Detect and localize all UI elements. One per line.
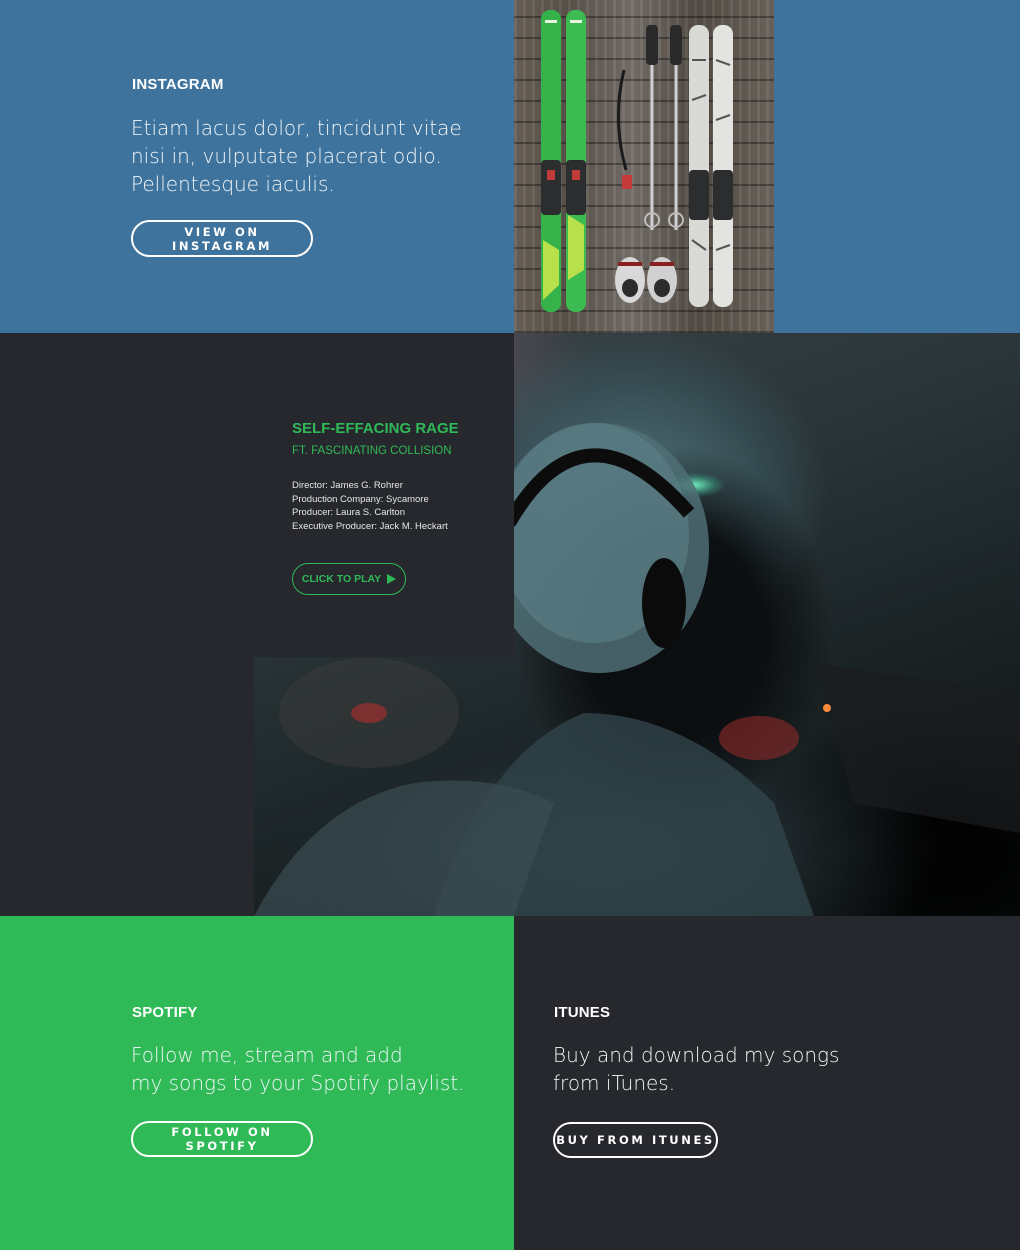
itunes-text-line: from iTunes. — [553, 1071, 676, 1095]
click-to-play-button[interactable]: CLICK TO PLAY — [292, 563, 406, 595]
ski-equipment-photo — [514, 0, 774, 333]
release-card: SELF-EFFACING RAGE FT. FASCINATING COLLI… — [254, 333, 514, 657]
release-title: SELF-EFFACING RAGE — [292, 420, 459, 437]
itunes-text-line: Buy and download my songs — [553, 1043, 840, 1067]
instagram-text-line: Pellentesque iaculis. — [131, 172, 335, 196]
play-button-label: CLICK TO PLAY — [301, 573, 382, 585]
instagram-label: INSTAGRAM — [132, 76, 224, 93]
spotify-text-line: Follow me, stream and add — [131, 1043, 403, 1067]
buy-from-itunes-button[interactable]: BUY FROM ITUNES — [553, 1122, 718, 1158]
credit-production-company: Production Company: Sycamore — [292, 493, 429, 505]
credit-director: Director: James G. Rohrer — [292, 480, 403, 491]
instagram-text-line: nisi in, vulputate placerat odio. — [131, 144, 442, 168]
spotify-text-line: my songs to your Spotify playlist. — [131, 1071, 465, 1095]
ski-gear-illustration — [541, 10, 733, 312]
release-subtitle: FT. FASCINATING COLLISION — [292, 445, 452, 457]
spotify-section: SPOTIFY Follow me, stream and add my son… — [0, 916, 514, 1250]
itunes-description: Buy and download my songs from iTunes. — [553, 1041, 913, 1097]
itunes-label: ITUNES — [554, 1004, 611, 1021]
release-credits: Director: James G. Rohrer Production Com… — [292, 479, 448, 533]
instagram-section: INSTAGRAM Etiam lacus dolor, tincidunt v… — [0, 0, 1020, 333]
itunes-section: ITUNES Buy and download my songs from iT… — [514, 916, 1020, 1250]
follow-on-spotify-button[interactable]: FOLLOW ON SPOTIFY — [131, 1121, 313, 1157]
instagram-description: Etiam lacus dolor, tincidunt vitae nisi … — [131, 114, 491, 198]
credit-executive-producer: Executive Producer: Jack M. Heckart — [292, 520, 448, 532]
instagram-text-line: Etiam lacus dolor, tincidunt vitae — [131, 116, 462, 140]
spotify-description: Follow me, stream and add my songs to yo… — [131, 1041, 491, 1097]
credit-producer: Producer: Laura S. Carlton — [292, 507, 406, 518]
view-on-instagram-button[interactable]: VIEW ON INSTAGRAM — [131, 220, 313, 257]
play-icon — [387, 574, 397, 584]
spotify-label: SPOTIFY — [132, 1004, 198, 1021]
